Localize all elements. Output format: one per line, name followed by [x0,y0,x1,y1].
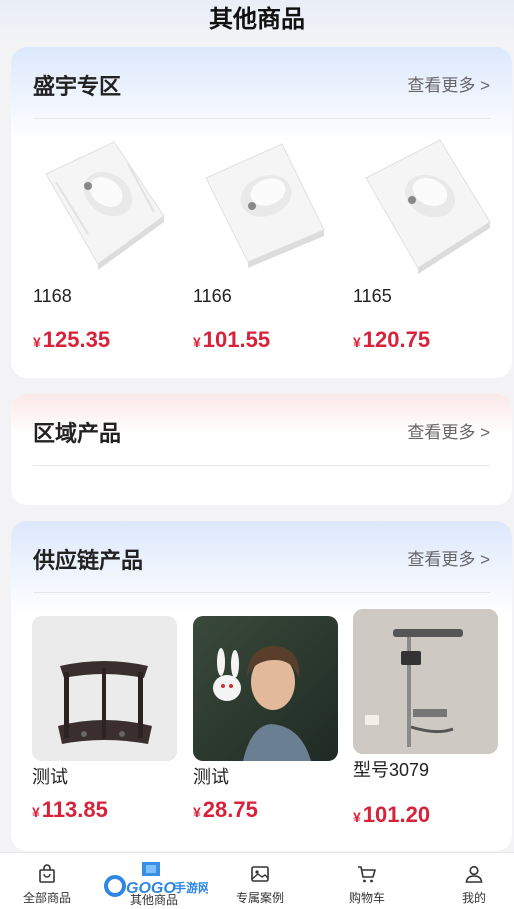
tab-cart[interactable]: 购物车 [317,853,417,909]
product-name: 测试 [32,767,68,787]
product-name: 测试 [193,767,229,787]
product-image [353,131,498,276]
page-title: 其他商品 [209,6,305,33]
bag-icon [39,864,55,883]
view-more-link[interactable]: 查看更多 > [407,418,490,443]
svg-text:GOGO: GOGO [126,880,176,897]
tab-label: 全部商品 [22,891,71,905]
product-price: ¥28.75 [193,797,258,822]
product-card[interactable]: 1166 ¥101.55 [193,131,338,353]
divider [33,592,490,593]
tab-label: 购物车 [348,891,385,905]
section-regional: 区域产品 查看更多 > [11,394,512,505]
svg-text:手游网: 手游网 [174,880,208,895]
tab-mine[interactable]: 我的 [424,853,514,909]
product-card[interactable]: 1165 ¥120.75 [353,131,498,353]
product-image [193,131,338,276]
product-name: 型号3079 [353,760,430,780]
product-card[interactable]: 1168 ¥125.35 [33,131,178,353]
section-title: 区域产品 [33,421,122,446]
section-supply-chain: 供应链产品 查看更多 > 测试 ¥113.85 测试 ¥28.75 型号3079… [11,521,512,851]
product-price: ¥113.85 [32,797,108,822]
divider [33,465,490,466]
tab-all-products[interactable]: 全部商品 [0,853,97,909]
product-image [32,616,177,761]
product-image [193,616,338,761]
product-name: 1166 [193,286,232,306]
product-price: ¥120.75 [353,327,431,352]
bottom-tab-bar: 全部商品 其他商品 专属案例 购物车 我的 [0,852,514,909]
view-more-link[interactable]: 查看更多 > [407,71,490,96]
product-name: 1168 [33,286,72,306]
product-card[interactable]: 测试 ¥113.85 [32,616,177,823]
view-more-link[interactable]: 查看更多 > [407,545,490,570]
logo-icon: GOGO 手游网 [104,862,210,902]
page-header: 其他商品 [0,0,514,44]
product-name: 1165 [353,286,392,306]
section-shengyu: 盛宇专区 查看更多 > 1168 ¥125.35 1166 ¥101.55 11… [11,47,512,378]
tab-label: 我的 [461,891,486,905]
product-price: ¥125.35 [33,327,111,352]
user-icon [465,865,483,883]
tab-exclusive-cases[interactable]: 专属案例 [210,853,310,909]
cart-icon [358,866,376,883]
divider [33,118,490,119]
section-title: 供应链产品 [33,548,144,573]
product-price: ¥101.55 [193,327,271,352]
product-image [33,131,178,276]
product-image [353,609,498,754]
product-card[interactable]: 测试 ¥28.75 [193,616,338,823]
image-icon [251,866,269,882]
product-card[interactable]: 型号3079 ¥101.20 [353,609,498,828]
section-title: 盛宇专区 [33,74,122,99]
tab-label: 专属案例 [235,891,284,905]
product-price: ¥101.20 [353,802,431,827]
